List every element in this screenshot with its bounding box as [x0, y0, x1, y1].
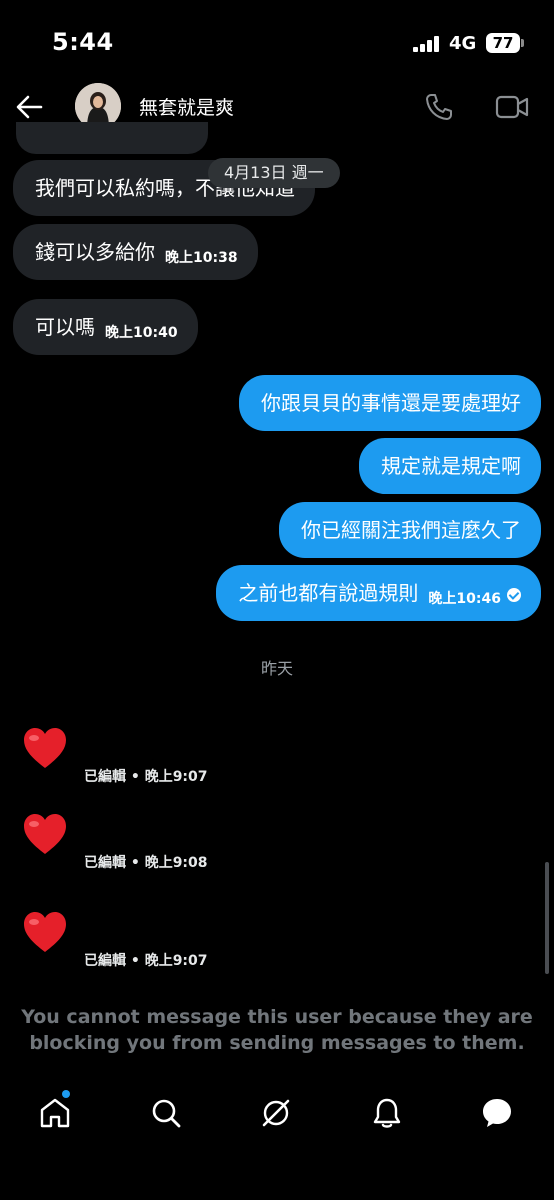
message-meta: 已編輯 • 晚上9:07	[84, 953, 208, 969]
message-text: 規定就是規定啊	[381, 454, 521, 478]
home-icon[interactable]	[38, 1096, 72, 1130]
scrollbar[interactable]	[545, 862, 549, 974]
day-divider: 昨天	[260, 659, 293, 678]
message-time: 晚上10:40	[105, 325, 178, 341]
cut-off-message	[16, 122, 208, 154]
notification-dot	[62, 1090, 70, 1098]
message-text: 你跟貝貝的事情還是要處理好	[261, 391, 521, 415]
message-outgoing[interactable]: 你已經關注我們這麼久了	[279, 502, 541, 558]
bell-icon[interactable]	[370, 1096, 404, 1130]
blocked-notice: You cannot message this user because the…	[0, 1004, 554, 1056]
message-outgoing[interactable]: 規定就是規定啊	[359, 438, 541, 494]
blocked-notice-line2: blocking you from sending messages to th…	[29, 1032, 525, 1054]
message-text: 之前也都有說過規則	[238, 581, 419, 605]
video-call-icon[interactable]	[495, 94, 529, 120]
message-incoming[interactable]: 可以嗎 晚上10:40	[13, 299, 198, 355]
battery-nub	[521, 39, 524, 47]
date-pill: 4月13日 週一	[208, 158, 340, 188]
battery-icon: 77	[486, 33, 520, 53]
message-meta: 已編輯 • 晚上9:07	[84, 769, 208, 785]
search-icon[interactable]	[149, 1096, 183, 1130]
message-time: 晚上10:46	[428, 591, 501, 607]
back-arrow-icon[interactable]	[14, 92, 44, 122]
message-incoming[interactable]: 錢可以多給你 晚上10:38	[13, 224, 258, 280]
contact-name[interactable]: 無套就是爽	[139, 93, 234, 120]
message-text: 你已經關注我們這麼久了	[301, 518, 521, 542]
message-text: 可以嗎	[35, 315, 95, 339]
message-outgoing[interactable]: 你跟貝貝的事情還是要處理好	[239, 375, 541, 431]
message-outgoing[interactable]: 之前也都有說過規則 晚上10:46	[216, 565, 541, 621]
messages-icon[interactable]	[480, 1096, 514, 1130]
message-time: 晚上10:38	[165, 250, 238, 266]
message-text: 錢可以多給你	[35, 240, 155, 264]
message-meta: 已編輯 • 晚上9:08	[84, 855, 208, 871]
heart-icon[interactable]	[22, 726, 68, 770]
phone-icon[interactable]	[424, 92, 454, 122]
status-time: 5:44	[52, 28, 114, 56]
heart-icon[interactable]	[22, 910, 68, 954]
read-receipt-icon	[507, 588, 521, 602]
blocked-notice-line1: You cannot message this user because the…	[21, 1006, 533, 1028]
heart-icon[interactable]	[22, 812, 68, 856]
signal-icon	[413, 36, 441, 52]
network-type: 4G	[449, 33, 477, 54]
grok-icon[interactable]	[259, 1096, 293, 1130]
